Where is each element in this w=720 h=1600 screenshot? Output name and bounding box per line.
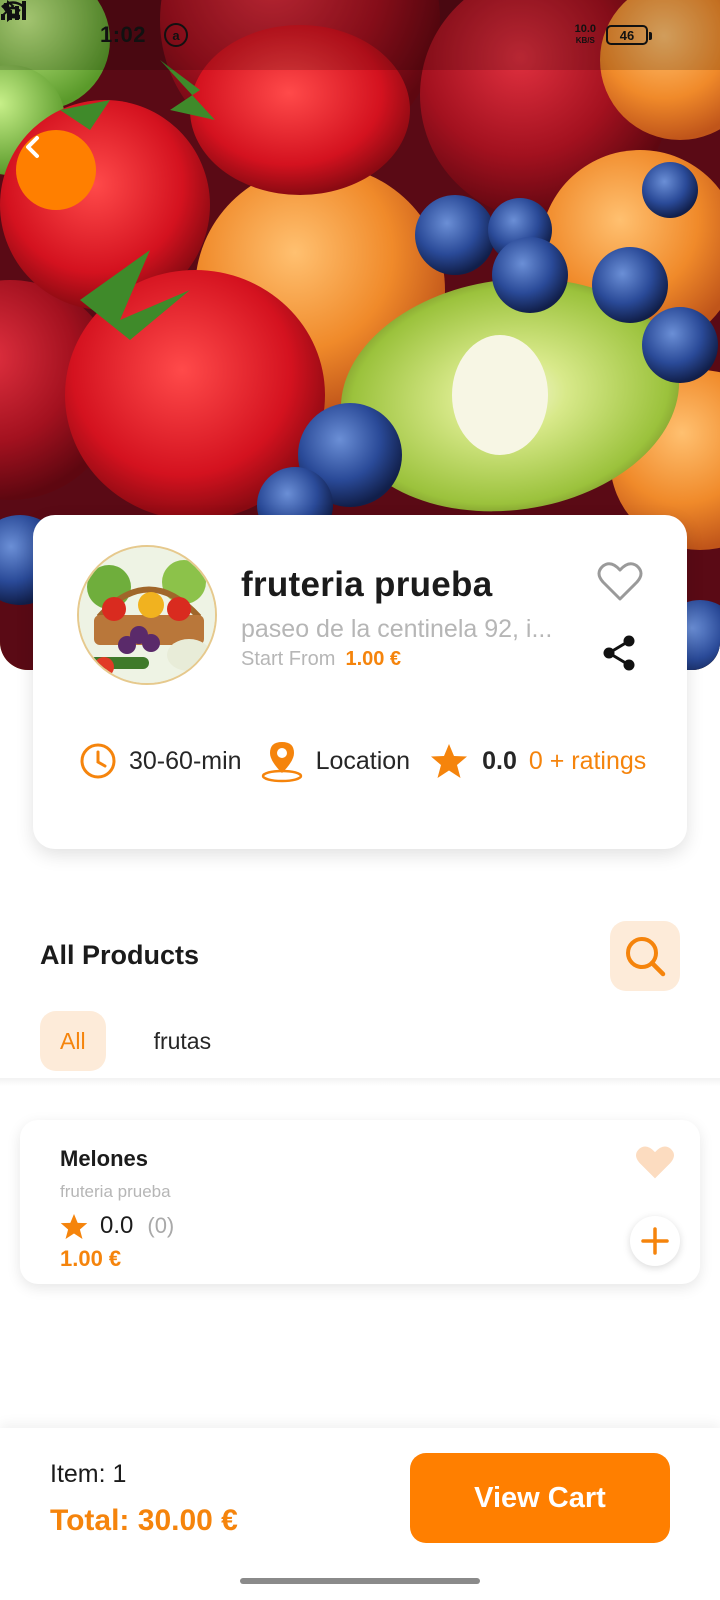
- product-store-name: fruteria prueba: [60, 1182, 171, 1201]
- signal-icon: [1, 1, 26, 20]
- product-rating-count: (0): [147, 1213, 175, 1238]
- store-logo: [77, 545, 217, 685]
- star-icon: [431, 744, 468, 778]
- category-filters: All frutas: [40, 1011, 231, 1071]
- cart-item-count: Item: 1: [50, 1460, 127, 1488]
- plus-icon: [641, 1227, 669, 1255]
- favorite-store-button[interactable]: [597, 561, 643, 603]
- status-bar: 1:02 a 10.0 KB/S 46: [0, 0, 720, 70]
- search-button[interactable]: [610, 921, 680, 991]
- start-price-row: Start From 1.00 €: [241, 648, 401, 671]
- search-icon: [626, 937, 666, 977]
- store-rating: 0.0 0 + ratings: [430, 743, 646, 779]
- start-price-value: 1.00 €: [345, 648, 402, 670]
- product-rating-value: 0.0: [100, 1212, 134, 1239]
- product-price: 1.00 €: [60, 1246, 122, 1271]
- location-label: Location: [315, 746, 411, 775]
- network-speed-value: 10.0: [574, 23, 596, 35]
- map-pin-icon: [261, 742, 302, 783]
- section-title: All Products: [40, 940, 200, 970]
- delivery-time: 30-60-min: [79, 742, 242, 780]
- store-ratings-count[interactable]: 0 + ratings: [529, 747, 646, 776]
- back-button[interactable]: [16, 130, 96, 210]
- share-store-button[interactable]: [599, 633, 639, 673]
- chevron-left-icon: [26, 136, 39, 158]
- filter-chip-frutas[interactable]: frutas: [134, 1011, 232, 1071]
- favorite-product-button[interactable]: [634, 1144, 676, 1182]
- network-speed: 10.0 KB/S: [575, 24, 596, 46]
- network-speed-unit: KB/S: [575, 36, 595, 45]
- store-name: fruteria prueba: [241, 565, 493, 604]
- home-indicator[interactable]: [240, 1578, 480, 1584]
- alert-icon: a: [164, 23, 189, 47]
- store-rating-value: 0.0: [482, 746, 517, 775]
- view-cart-button[interactable]: View Cart: [410, 1453, 670, 1543]
- status-indicators: 10.0 KB/S 46: [1, 0, 652, 46]
- add-to-cart-button[interactable]: [630, 1216, 680, 1266]
- product-name: Melones: [60, 1146, 149, 1171]
- product-rating: 0.0 (0): [60, 1212, 174, 1240]
- vegetable-basket-image: [79, 547, 215, 683]
- section-divider: [0, 1078, 720, 1086]
- share-icon: [603, 635, 635, 671]
- clock-icon: [80, 743, 116, 779]
- cart-summary-bar: Item: 1 Total: 30.00 € View Cart: [0, 1428, 720, 1600]
- delivery-time-label: 30-60-min: [129, 746, 242, 775]
- product-card[interactable]: Melones fruteria prueba 0.0 (0) 1.00 €: [20, 1120, 700, 1284]
- start-from-label: Start From: [241, 648, 336, 670]
- heart-icon: [597, 562, 643, 601]
- battery-indicator: 46: [606, 25, 652, 45]
- store-info-card: fruteria prueba paseo de la centinela 92…: [33, 515, 687, 849]
- filter-chip-all[interactable]: All: [40, 1011, 106, 1071]
- status-time: 1:02: [100, 22, 147, 47]
- store-meta-row: 30-60-min Location 0.0 0 + ratings: [79, 735, 669, 787]
- star-icon: [60, 1213, 88, 1239]
- heart-icon: [636, 1146, 674, 1179]
- location-link[interactable]: Location: [260, 739, 411, 783]
- store-address: paseo de la centinela 92, i...: [241, 615, 553, 643]
- cart-total: Total: 30.00 €: [50, 1504, 238, 1537]
